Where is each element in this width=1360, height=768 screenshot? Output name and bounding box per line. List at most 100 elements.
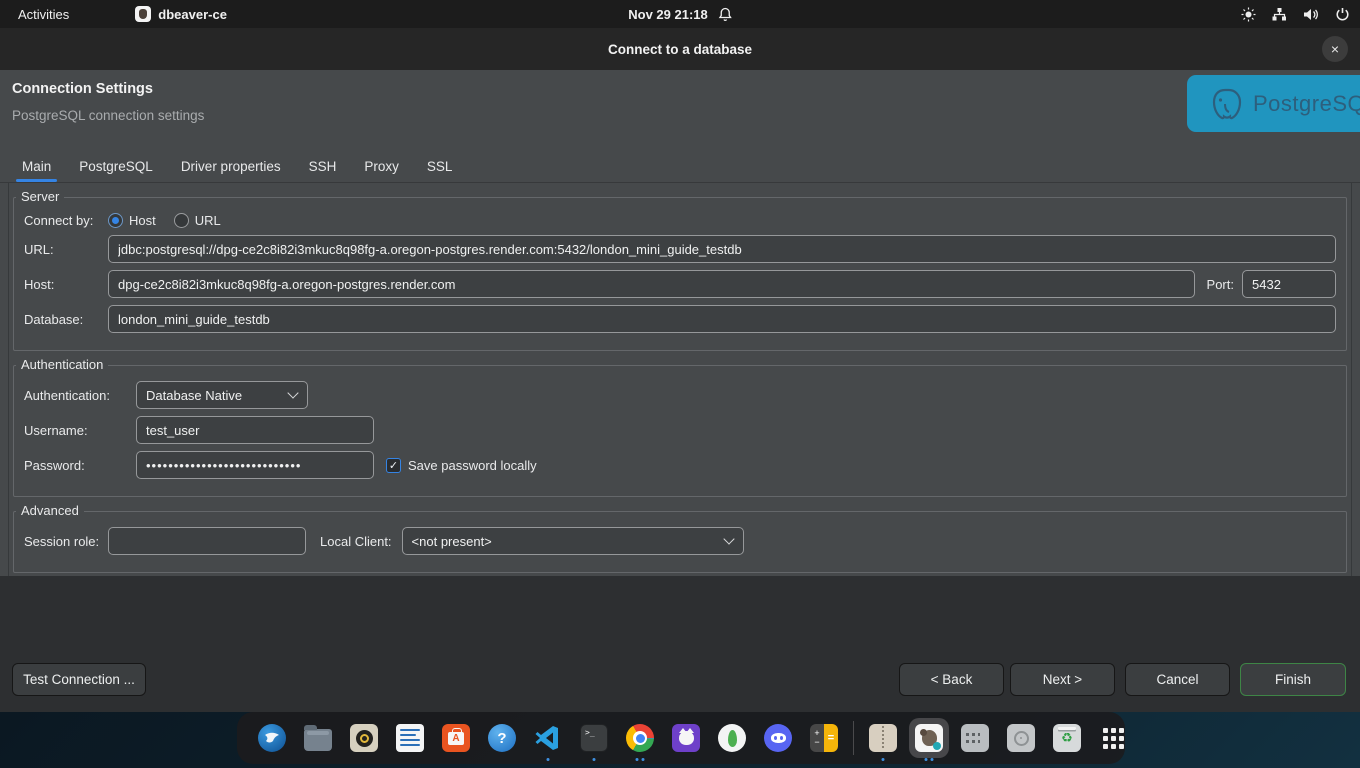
network-icon: [1272, 7, 1287, 22]
disks-icon: [1007, 724, 1035, 752]
notification-bell-icon: [718, 7, 732, 22]
host-input[interactable]: [108, 270, 1195, 298]
rhythmbox-icon: [350, 724, 378, 752]
postgresql-badge-text: PostgreSQL: [1253, 91, 1360, 117]
backups-icon: [961, 724, 989, 752]
authentication-group: Authentication Authentication: Database …: [13, 365, 1347, 497]
authentication-group-legend: Authentication: [16, 357, 108, 372]
files-icon: [304, 724, 332, 752]
password-row: Password: ✓ Save password locally: [24, 451, 1336, 479]
dialog-header: Connection Settings PostgreSQL connectio…: [0, 70, 1360, 142]
desktop-wallpaper: A ? +−=: [0, 712, 1360, 768]
save-password-label[interactable]: Save password locally: [408, 458, 537, 473]
local-client-select[interactable]: <not present>: [402, 527, 744, 555]
clock-menu[interactable]: Nov 29 21:18: [628, 7, 732, 22]
page-subtitle: PostgreSQL connection settings: [12, 108, 204, 123]
ubuntu-software-icon: A: [442, 724, 470, 752]
username-label: Username:: [24, 423, 136, 438]
calculator-icon: +−=: [810, 724, 838, 752]
session-role-input[interactable]: [108, 527, 306, 555]
app-grid-icon: [1099, 724, 1127, 752]
postgresql-logo-badge: PostgreSQL: [1187, 75, 1360, 132]
archive-manager-icon: [869, 724, 897, 752]
dock-item-thunderbird[interactable]: [249, 712, 295, 764]
libreoffice-writer-icon: [396, 724, 424, 752]
close-button[interactable]: ×: [1322, 36, 1348, 62]
url-row: URL:: [24, 235, 1336, 263]
advanced-group-legend: Advanced: [16, 503, 84, 518]
dock-item-chrome[interactable]: [617, 712, 663, 764]
tab-ssh[interactable]: SSH: [299, 154, 347, 182]
main-tab-panel: Server Connect by: Host URL URL: Host: P…: [8, 183, 1352, 576]
session-role-label: Session role:: [24, 534, 108, 549]
cancel-button[interactable]: Cancel: [1125, 663, 1230, 696]
server-group-legend: Server: [16, 189, 64, 204]
dock-item-terminal[interactable]: [571, 712, 617, 764]
dialog-button-bar: Test Connection ... < Back Next > Cancel…: [0, 576, 1360, 712]
tab-ssl[interactable]: SSL: [417, 154, 463, 182]
next-button[interactable]: Next >: [1010, 663, 1115, 696]
dock-separator: [853, 721, 854, 755]
dbeaver-icon: [915, 724, 943, 752]
database-input[interactable]: [108, 305, 1336, 333]
system-status-area[interactable]: [1241, 7, 1350, 22]
tab-main[interactable]: Main: [12, 154, 61, 182]
database-label: Database:: [24, 312, 108, 327]
authentication-label: Authentication:: [24, 388, 136, 403]
postgresql-elephant-icon: [1205, 84, 1245, 124]
dock: A ? +−=: [237, 712, 1125, 764]
dock-item-ubuntu-software[interactable]: A: [433, 712, 479, 764]
local-client-label: Local Client:: [320, 534, 392, 549]
dock-item-github-desktop[interactable]: [663, 712, 709, 764]
port-input[interactable]: [1242, 270, 1336, 298]
radio-host-label[interactable]: Host: [129, 213, 156, 228]
authentication-row: Authentication: Database Native: [24, 381, 1336, 409]
username-input[interactable]: [136, 416, 374, 444]
password-input[interactable]: [136, 451, 374, 479]
finish-button[interactable]: Finish: [1240, 663, 1346, 696]
radio-url-label[interactable]: URL: [195, 213, 221, 228]
host-row: Host: Port:: [24, 270, 1336, 298]
url-label: URL:: [24, 242, 108, 257]
dock-item-vscode[interactable]: [525, 712, 571, 764]
dbeaver-app-icon: [135, 6, 151, 22]
authentication-select[interactable]: Database Native: [136, 381, 308, 409]
dialog-content: Main PostgreSQL Driver properties SSH Pr…: [0, 142, 1360, 576]
focused-app-name: dbeaver-ce: [158, 7, 227, 22]
power-icon: [1335, 7, 1350, 22]
tab-postgresql[interactable]: PostgreSQL: [69, 154, 163, 182]
dock-item-discord[interactable]: [755, 712, 801, 764]
radio-connect-by-host[interactable]: [108, 213, 123, 228]
dock-item-rhythmbox[interactable]: [341, 712, 387, 764]
tab-driver-properties[interactable]: Driver properties: [171, 154, 291, 182]
local-client-selected-value: <not present>: [402, 527, 744, 555]
activities-button[interactable]: Activities: [0, 0, 87, 28]
system-top-bar: Activities dbeaver-ce Nov 29 21:18: [0, 0, 1360, 28]
dock-item-mongodb-compass[interactable]: [709, 712, 755, 764]
volume-icon: [1303, 7, 1319, 22]
dock-item-libreoffice-writer[interactable]: [387, 712, 433, 764]
url-input[interactable]: [108, 235, 1336, 263]
back-button[interactable]: < Back: [899, 663, 1004, 696]
focused-app-menu[interactable]: dbeaver-ce: [135, 6, 227, 22]
connect-by-row: Connect by: Host URL: [24, 213, 1336, 228]
terminal-icon: [580, 724, 608, 752]
dock-item-backups[interactable]: [952, 712, 998, 764]
radio-connect-by-url[interactable]: [174, 213, 189, 228]
brightness-icon: [1241, 7, 1256, 22]
dock-item-files[interactable]: [295, 712, 341, 764]
dock-item-trash[interactable]: ♻: [1044, 712, 1090, 764]
dock-item-help[interactable]: ?: [479, 712, 525, 764]
test-connection-button[interactable]: Test Connection ...: [12, 663, 146, 696]
save-password-checkbox[interactable]: ✓: [386, 458, 401, 473]
dock-item-dbeaver[interactable]: [906, 712, 952, 764]
dock-item-disks[interactable]: [998, 712, 1044, 764]
server-group: Server Connect by: Host URL URL: Host: P…: [13, 197, 1347, 351]
mongodb-compass-icon: [718, 724, 746, 752]
dock-item-app-grid[interactable]: [1090, 712, 1136, 764]
advanced-group: Advanced Session role: Local Client: <no…: [13, 511, 1347, 573]
dock-item-archive-manager[interactable]: [860, 712, 906, 764]
tab-proxy[interactable]: Proxy: [354, 154, 409, 182]
dock-item-calculator[interactable]: +−=: [801, 712, 847, 764]
username-row: Username:: [24, 416, 1336, 444]
